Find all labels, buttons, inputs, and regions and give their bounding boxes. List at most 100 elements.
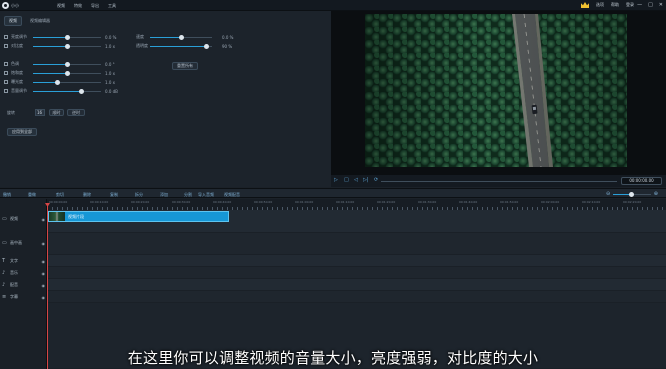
- vip-crown-icon[interactable]: [581, 2, 589, 8]
- voiceover-track[interactable]: [47, 279, 666, 291]
- menu-item-effects[interactable]: 特效: [74, 3, 82, 9]
- app-logo-icon: [2, 2, 9, 9]
- rotate-reverse-button[interactable]: 逆时: [67, 109, 85, 116]
- cut-button[interactable]: 剪切: [56, 192, 64, 198]
- slider-knob[interactable]: [65, 70, 70, 76]
- rotation-input[interactable]: 16: [35, 109, 45, 116]
- menu-item-video[interactable]: 视频: [57, 3, 65, 9]
- redo-button[interactable]: 重做: [28, 192, 36, 198]
- rotate-clockwise-button[interactable]: 顺时: [49, 109, 64, 116]
- visibility-icon[interactable]: ◉: [42, 283, 46, 288]
- opacity-slider[interactable]: [150, 43, 212, 49]
- voiceover-button[interactable]: 视频配音: [224, 192, 240, 198]
- timeline-ruler[interactable]: 00:00:00.00 00:00:10.00 00:00:20.00 00:00:3…: [47, 199, 666, 210]
- track-header-text[interactable]: T 文字 ◉: [2, 258, 47, 264]
- speed-label: 速度: [136, 34, 144, 39]
- playback-progress[interactable]: [381, 181, 617, 182]
- reset-all-button[interactable]: 重置所有: [172, 62, 198, 70]
- prev-frame-icon[interactable]: ◁: [354, 178, 358, 183]
- tab-video[interactable]: 视频: [4, 16, 22, 26]
- minimize-icon[interactable]: —: [637, 3, 642, 8]
- undo-button[interactable]: 撤销: [3, 192, 11, 198]
- slider-knob[interactable]: [65, 43, 70, 49]
- help-link[interactable]: 帮助: [611, 2, 619, 8]
- window-controls: — □ ✕: [637, 3, 663, 8]
- visibility-icon[interactable]: ◉: [42, 295, 46, 300]
- tab-video-editor[interactable]: 视频编辑器: [30, 18, 50, 24]
- menu-item-tools[interactable]: 工具: [108, 3, 116, 9]
- ruler-time-label: 00:00:30.00: [172, 200, 191, 204]
- brightness-checkbox[interactable]: [4, 35, 8, 39]
- add-button[interactable]: 添加: [160, 192, 168, 198]
- panel-tabs: 视频 视频编辑器: [4, 16, 50, 26]
- text-track[interactable]: [47, 255, 666, 267]
- hue-slider[interactable]: [33, 61, 101, 67]
- visibility-icon[interactable]: ◉: [42, 271, 46, 276]
- track-header-voiceover[interactable]: ♪ 配音 ◉: [2, 282, 47, 288]
- timecode-display: 00:00:00.00: [621, 177, 662, 185]
- player-controls: ▷ □ ◁ ▷| ⟳ 00:00:00.00: [331, 175, 666, 187]
- contrast-slider[interactable]: [33, 43, 101, 49]
- next-frame-icon[interactable]: ▷|: [363, 178, 369, 183]
- brightness-row: 亮度调节 0.0 %: [4, 34, 116, 40]
- speed-slider[interactable]: [150, 34, 212, 40]
- zoom-out-icon[interactable]: ⊖: [606, 191, 610, 197]
- video-frame[interactable]: [365, 14, 627, 167]
- play-icon[interactable]: ▷: [334, 178, 338, 183]
- timeline-zoom[interactable]: ⊖ ⊕: [606, 191, 658, 197]
- ruler-time-label: 00:01:20.00: [377, 200, 396, 204]
- ruler-time-label: 00:00:40.00: [213, 200, 232, 204]
- options-link[interactable]: 选项: [596, 2, 604, 8]
- forest-road-image: [365, 14, 627, 167]
- volume-checkbox[interactable]: [4, 89, 8, 93]
- visibility-icon[interactable]: ◉: [42, 259, 46, 264]
- opacity-row: 透明度 90 %: [136, 43, 232, 49]
- saturation-slider[interactable]: [33, 70, 101, 76]
- hue-checkbox[interactable]: [4, 62, 8, 66]
- loop-icon[interactable]: ⟳: [374, 178, 378, 183]
- slider-knob[interactable]: [65, 61, 70, 67]
- stop-icon[interactable]: □: [344, 178, 349, 183]
- subtitle-track[interactable]: [47, 291, 666, 303]
- slider-knob[interactable]: [54, 79, 60, 85]
- exposure-slider[interactable]: [33, 79, 101, 85]
- saturation-checkbox[interactable]: [4, 71, 8, 75]
- menu-bar: 视频 特效 导出 工具: [57, 3, 116, 9]
- visibility-icon[interactable]: ◉: [42, 217, 46, 222]
- import-audio-button[interactable]: 导入音频: [198, 192, 214, 198]
- segment-button[interactable]: 分割: [184, 192, 192, 198]
- visibility-icon[interactable]: ◉: [42, 241, 46, 246]
- brightness-value: 0.0 %: [105, 34, 117, 40]
- contrast-checkbox[interactable]: [4, 44, 8, 48]
- menu-item-export[interactable]: 导出: [91, 3, 99, 9]
- track-header-video[interactable]: ▭ 视频 ◉: [2, 216, 47, 222]
- track-header-pip[interactable]: ▭ 画中画 ◉: [2, 240, 47, 246]
- slider-knob[interactable]: [65, 34, 70, 40]
- track-header-subtitle[interactable]: ≡ 字幕 ◉: [2, 294, 47, 300]
- zoom-knob[interactable]: [629, 192, 634, 197]
- apply-to-all-button[interactable]: 应用到全部: [7, 128, 37, 136]
- exposure-checkbox[interactable]: [4, 80, 8, 84]
- slider-knob[interactable]: [203, 43, 209, 49]
- pip-track[interactable]: [47, 233, 666, 255]
- copy-button[interactable]: 复制: [110, 192, 118, 198]
- slider-knob[interactable]: [78, 88, 84, 94]
- track-header-music[interactable]: ♪ 音乐 ◉: [2, 270, 47, 276]
- ruler-time-label: 00:00:50.00: [254, 200, 273, 204]
- volume-slider[interactable]: [33, 88, 101, 94]
- brightness-slider[interactable]: [33, 34, 101, 40]
- maximize-icon[interactable]: □: [648, 3, 653, 8]
- delete-button[interactable]: 删除: [83, 192, 91, 198]
- brightness-label: 亮度调节: [11, 34, 27, 39]
- video-track-icon: ▭: [2, 216, 7, 222]
- music-track[interactable]: [47, 267, 666, 279]
- close-icon[interactable]: ✕: [659, 3, 663, 8]
- playhead[interactable]: [47, 205, 48, 369]
- slider-knob[interactable]: [179, 34, 184, 40]
- video-clip[interactable]: 视频片段: [48, 211, 229, 222]
- split-button[interactable]: 拆分: [135, 192, 143, 198]
- timeline-toolbar: 撤销 重做 剪切 删除 复制 拆分 添加 分割 导入音频 视频配音 ⊖ ⊕: [0, 188, 666, 198]
- video-subtitle: 在这里你可以调整视频的音量大小，亮度强弱，对比度的大小: [127, 349, 539, 367]
- login-link[interactable]: 登录: [626, 2, 634, 8]
- zoom-in-icon[interactable]: ⊕: [654, 191, 658, 197]
